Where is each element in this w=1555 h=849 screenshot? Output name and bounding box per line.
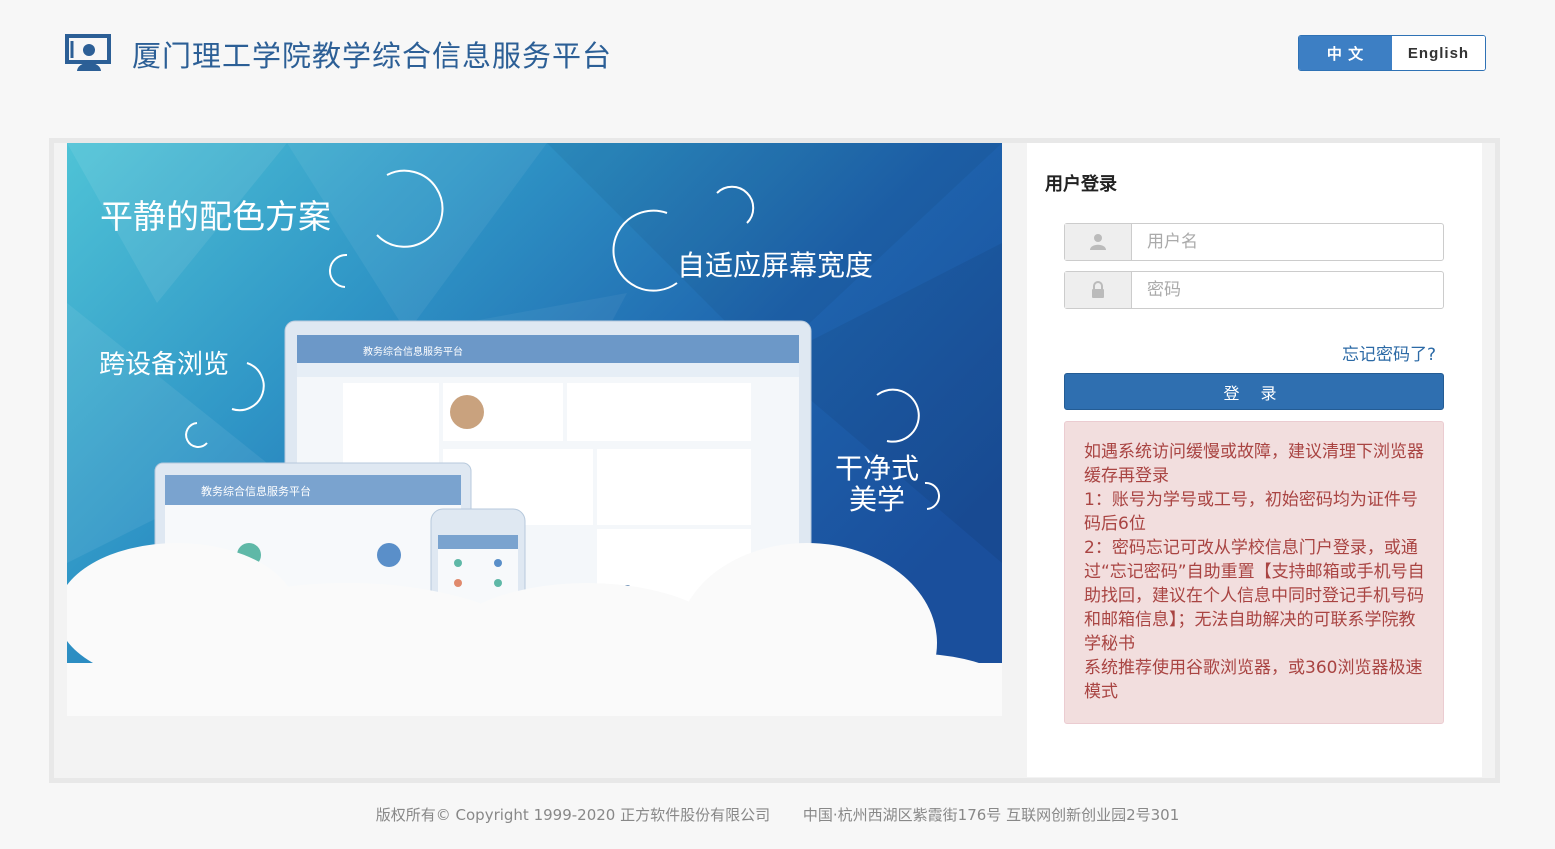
notice-line: 如遇系统访问缓慢或故障，建议清理下浏览器缓存再登录: [1084, 442, 1424, 486]
lock-icon: [1065, 272, 1132, 308]
username-input[interactable]: [1132, 224, 1443, 260]
notice-line: 1：账号为学号或工号，初始密码均为证件号码后6位: [1084, 490, 1418, 534]
footer-copyright: 版权所有© Copyright 1999-2020 正方软件股份有限公司: [375, 806, 771, 824]
slogan-clean-2: 美学: [849, 483, 905, 516]
monitor-user-icon: [64, 33, 112, 73]
user-icon: [1065, 224, 1132, 260]
slogan-cross-device: 跨设备浏览: [99, 350, 229, 380]
notice-box: 如遇系统访问缓慢或故障，建议清理下浏览器缓存再登录 1：账号为学号或工号，初始密…: [1064, 421, 1444, 724]
promo-banner: 平静的配色方案 自适应屏幕宽度 跨设备浏览 干净式 美学 教务综合信息服务平台 …: [67, 143, 1002, 716]
forgot-password-link[interactable]: 忘记密码了?: [1342, 340, 1436, 365]
slogan-calm-colors: 平静的配色方案: [100, 197, 331, 236]
footer-address: 中国·杭州西湖区紫霞街176号 互联网创新创业园2号301: [802, 806, 1180, 824]
mockup-title: 教务综合信息服务平台: [363, 345, 463, 358]
notice-line: 2：密码忘记可改从学校信息门户登录，或通过“忘记密码”自助重置【支持邮箱或手机号…: [1084, 538, 1425, 654]
login-button[interactable]: 登 录: [1064, 373, 1444, 410]
password-field: [1064, 271, 1444, 309]
lang-zh-button[interactable]: 中 文: [1299, 36, 1392, 70]
login-panel: 用户登录 忘记密码了? 登 录 如遇系统访问缓慢或故障，建议清理下浏览器缓存再登…: [1027, 143, 1482, 777]
footer: 版权所有© Copyright 1999-2020 正方软件股份有限公司 中国·…: [0, 804, 1555, 825]
slogan-clean-1: 干净式: [835, 452, 919, 485]
notice-line: 系统推荐使用谷歌浏览器，或360浏览器极速模式: [1084, 658, 1423, 702]
header: 厦门理工学院教学综合信息服务平台 中 文 English: [0, 0, 1555, 110]
username-field: [1064, 223, 1444, 261]
slogan-responsive: 自适应屏幕宽度: [677, 249, 873, 282]
site-title: 厦门理工学院教学综合信息服务平台: [132, 39, 613, 73]
login-title: 用户登录: [1045, 174, 1117, 195]
language-switch: 中 文 English: [1298, 35, 1486, 71]
password-input[interactable]: [1132, 272, 1443, 308]
tablet-mockup-title: 教务综合信息服务平台: [201, 484, 311, 498]
lang-en-button[interactable]: English: [1392, 36, 1485, 70]
